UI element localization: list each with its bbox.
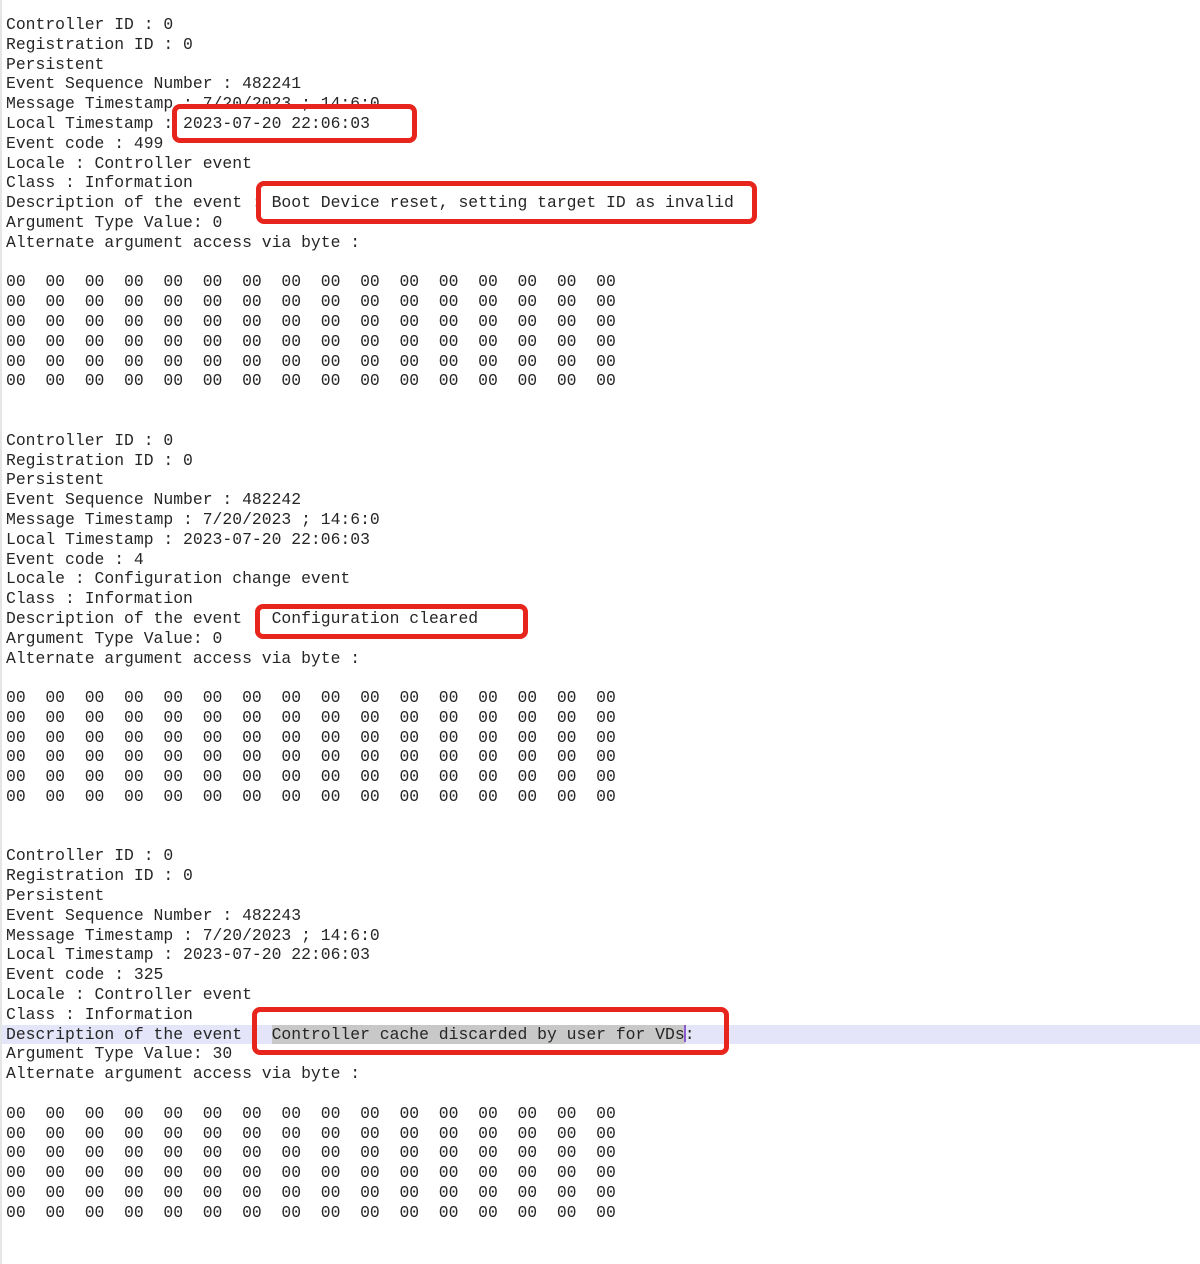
log-line: Description of the event Controller cach… — [0, 1025, 1200, 1045]
log-line: Event Sequence Number : 482242 — [0, 490, 1200, 510]
hex-row: 00 00 00 00 00 00 00 00 00 00 00 00 00 0… — [0, 371, 1200, 391]
hex-row: 00 00 00 00 00 00 00 00 00 00 00 00 00 0… — [0, 787, 1200, 807]
hex-row: 00 00 00 00 00 00 00 00 00 00 00 00 00 0… — [0, 352, 1200, 372]
log-line: Local Timestamp : 2023-07-20 22:06:03 — [0, 530, 1200, 550]
log-text-segment: Description of the event — [6, 1025, 272, 1044]
log-line: Locale : Controller event — [0, 154, 1200, 174]
log-text-area[interactable]: Controller ID : 0Registration ID : 0Pers… — [0, 15, 1200, 1223]
window-left-edge — [0, 0, 2, 1264]
log-line: Controller ID : 0 — [0, 846, 1200, 866]
log-line: Event Sequence Number : 482241 — [0, 74, 1200, 94]
log-line: Argument Type Value: 30 — [0, 1044, 1200, 1064]
log-line: Message Timestamp : 7/20/2023 ; 14:6:0 — [0, 510, 1200, 530]
log-line: Argument Type Value: 0 — [0, 629, 1200, 649]
log-line: Message Timestamp : 7/20/2023 ; 14:6:0 — [0, 94, 1200, 114]
event-log-viewer: Controller ID : 0Registration ID : 0Pers… — [0, 0, 1200, 1264]
log-line: Persistent — [0, 470, 1200, 490]
log-line: Class : Information — [0, 1005, 1200, 1025]
hex-row: 00 00 00 00 00 00 00 00 00 00 00 00 00 0… — [0, 688, 1200, 708]
hex-row: 00 00 00 00 00 00 00 00 00 00 00 00 00 0… — [0, 272, 1200, 292]
log-line: Event code : 325 — [0, 965, 1200, 985]
blank-line — [0, 411, 1200, 431]
hex-row: 00 00 00 00 00 00 00 00 00 00 00 00 00 0… — [0, 292, 1200, 312]
hex-row: 00 00 00 00 00 00 00 00 00 00 00 00 00 0… — [0, 1163, 1200, 1183]
log-line: Alternate argument access via byte : — [0, 649, 1200, 669]
log-line: Local Timestamp : 2023-07-20 22:06:03 — [0, 114, 1200, 134]
hex-row: 00 00 00 00 00 00 00 00 00 00 00 00 00 0… — [0, 1183, 1200, 1203]
log-line: Message Timestamp : 7/20/2023 ; 14:6:0 — [0, 926, 1200, 946]
hex-row: 00 00 00 00 00 00 00 00 00 00 00 00 00 0… — [0, 708, 1200, 728]
log-line: Class : Information — [0, 589, 1200, 609]
hex-row: 00 00 00 00 00 00 00 00 00 00 00 00 00 0… — [0, 1104, 1200, 1124]
blank-line — [0, 807, 1200, 827]
hex-row: 00 00 00 00 00 00 00 00 00 00 00 00 00 0… — [0, 312, 1200, 332]
blank-line — [0, 668, 1200, 688]
log-line: Locale : Controller event — [0, 985, 1200, 1005]
hex-row: 00 00 00 00 00 00 00 00 00 00 00 00 00 0… — [0, 747, 1200, 767]
blank-line — [0, 1084, 1200, 1104]
log-text-segment: : — [685, 1025, 695, 1044]
log-line: Alternate argument access via byte : — [0, 1064, 1200, 1084]
log-line: Persistent — [0, 886, 1200, 906]
hex-row: 00 00 00 00 00 00 00 00 00 00 00 00 00 0… — [0, 1143, 1200, 1163]
hex-row: 00 00 00 00 00 00 00 00 00 00 00 00 00 0… — [0, 767, 1200, 787]
log-line: Registration ID : 0 — [0, 866, 1200, 886]
log-line: Locale : Configuration change event — [0, 569, 1200, 589]
log-line: Description of the event : Boot Device r… — [0, 193, 1200, 213]
log-line: Event code : 499 — [0, 134, 1200, 154]
hex-row: 00 00 00 00 00 00 00 00 00 00 00 00 00 0… — [0, 332, 1200, 352]
log-line: Local Timestamp : 2023-07-20 22:06:03 — [0, 945, 1200, 965]
log-line: Alternate argument access via byte : — [0, 233, 1200, 253]
log-line: Controller ID : 0 — [0, 431, 1200, 451]
hex-row: 00 00 00 00 00 00 00 00 00 00 00 00 00 0… — [0, 1203, 1200, 1223]
blank-line — [0, 391, 1200, 411]
blank-line — [0, 827, 1200, 847]
log-line: Registration ID : 0 — [0, 35, 1200, 55]
selected-text: Controller cache discarded by user for V… — [272, 1025, 685, 1044]
blank-line — [0, 253, 1200, 273]
hex-row: 00 00 00 00 00 00 00 00 00 00 00 00 00 0… — [0, 1124, 1200, 1144]
log-line: Registration ID : 0 — [0, 451, 1200, 471]
log-line: Controller ID : 0 — [0, 15, 1200, 35]
log-line: Event code : 4 — [0, 550, 1200, 570]
log-line: Argument Type Value: 0 — [0, 213, 1200, 233]
log-line: Event Sequence Number : 482243 — [0, 906, 1200, 926]
hex-row: 00 00 00 00 00 00 00 00 00 00 00 00 00 0… — [0, 728, 1200, 748]
log-line: Class : Information — [0, 173, 1200, 193]
log-line: Description of the event Configuration c… — [0, 609, 1200, 629]
log-line: Persistent — [0, 55, 1200, 75]
